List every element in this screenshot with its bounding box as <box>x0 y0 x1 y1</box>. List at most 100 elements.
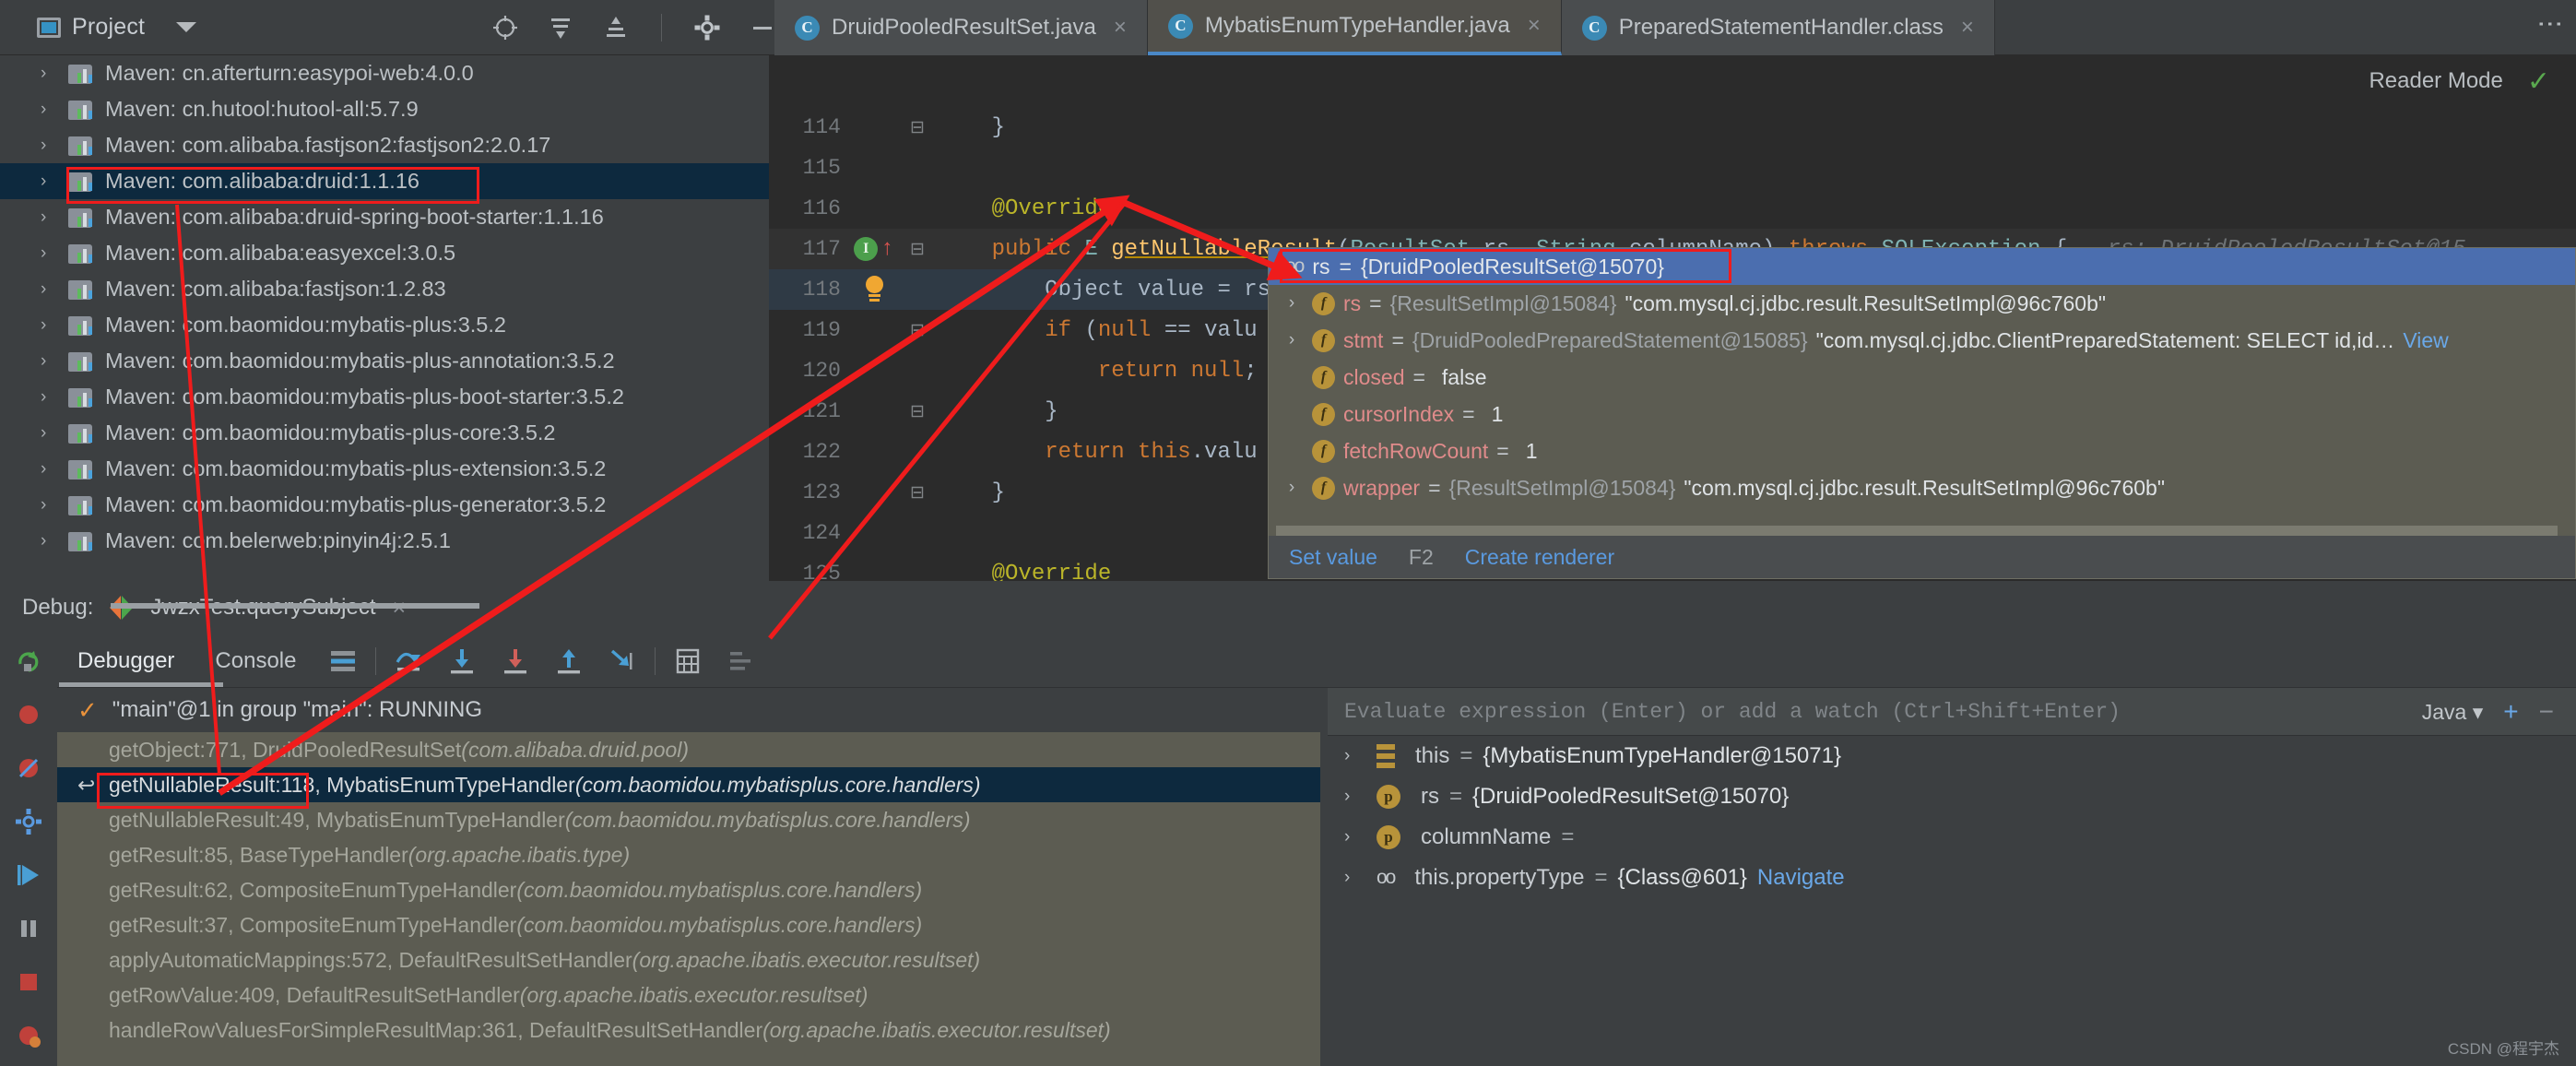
chevron-right-icon[interactable]: › <box>41 423 68 444</box>
tab-debugger[interactable]: Debugger <box>57 634 195 688</box>
variable-row[interactable]: ›oothis.propertyType = {Class@601} Navig… <box>1328 858 2576 898</box>
chevron-right-icon[interactable]: › <box>1344 787 1366 807</box>
collapse-all-icon[interactable] <box>600 12 632 43</box>
resume-program-icon[interactable] <box>0 848 57 902</box>
variable-row[interactable]: ›this = {MybatisEnumTypeHandler@15071} <box>1328 736 2576 776</box>
code-fold-icon[interactable]: ⊟ <box>896 117 939 138</box>
gear-icon[interactable] <box>691 12 723 43</box>
thread-selector[interactable]: ✓ "main"@1 in group "main": RUNNING <box>57 688 1320 732</box>
layout-icon[interactable] <box>325 643 361 680</box>
tree-item-maven-dependency[interactable]: ›Maven: cn.hutool:hutool-all:5.7.9 <box>0 91 859 127</box>
step-out-icon[interactable] <box>550 643 587 680</box>
stack-frame-row[interactable]: getRowValue:409, DefaultResultSetHandler… <box>57 977 1320 1013</box>
code-line[interactable]: 115 <box>769 148 2576 188</box>
set-value-button[interactable]: Set value <box>1289 545 1377 570</box>
project-tool-window-button[interactable]: Project <box>0 0 213 55</box>
code-line[interactable]: 114⊟ } <box>769 107 2576 148</box>
chevron-right-icon[interactable]: › <box>1280 441 1304 461</box>
chevron-right-icon[interactable]: › <box>41 172 68 192</box>
tree-item-maven-dependency[interactable]: ›Maven: com.alibaba:easyexcel:3.0.5 <box>0 235 859 271</box>
chevron-right-icon[interactable]: › <box>1344 746 1366 766</box>
tree-item-maven-dependency[interactable]: ›Maven: com.baomidou:mybatis-plus-annota… <box>0 343 859 379</box>
tab-prepared-statement-handler[interactable]: C PreparedStatementHandler.class × <box>1562 0 1995 55</box>
variables-panel[interactable]: Evaluate expression (Enter) or add a wat… <box>1328 688 2576 1066</box>
tab-druid-pooled-result-set[interactable]: C DruidPooledResultSet.java × <box>774 0 1148 55</box>
code-line[interactable]: 116 @Override <box>769 188 2576 229</box>
language-selector[interactable]: Java ▾ <box>2422 700 2484 725</box>
create-renderer-button[interactable]: Create renderer <box>1465 545 1614 570</box>
evaluate-expression-input[interactable]: Evaluate expression (Enter) or add a wat… <box>1328 688 2576 736</box>
inspector-field-row[interactable]: ›ffetchRowCount = 1 <box>1269 432 2575 469</box>
chevron-right-icon[interactable]: › <box>41 531 68 551</box>
tree-item-maven-dependency[interactable]: ›Maven: com.baomidou:mybatis-plus:3.5.2 <box>0 307 859 343</box>
pause-icon[interactable] <box>0 902 57 955</box>
variable-row[interactable]: ›prs = {DruidPooledResultSet@15070} <box>1328 776 2576 817</box>
step-into-icon[interactable] <box>443 643 480 680</box>
chevron-right-icon[interactable]: › <box>41 243 68 264</box>
variable-row[interactable]: ›pcolumnName = <box>1328 817 2576 858</box>
chevron-right-icon[interactable]: › <box>41 279 68 300</box>
tab-mybatis-enum-type-handler[interactable]: C MybatisEnumTypeHandler.java × <box>1148 0 1562 55</box>
gutter-marker[interactable] <box>852 276 896 303</box>
view-breakpoints-icon[interactable] <box>0 1009 57 1062</box>
chevron-right-icon[interactable]: › <box>1344 827 1366 847</box>
view-link[interactable]: View <box>2403 328 2448 353</box>
gutter-marker[interactable]: I↑ <box>852 237 896 262</box>
variable-inspector-popup[interactable]: oo rs = {DruidPooledResultSet@15070} ›fr… <box>1268 247 2576 579</box>
code-fold-icon[interactable]: ⊟ <box>896 401 939 422</box>
inspector-header-row[interactable]: oo rs = {DruidPooledResultSet@15070} <box>1269 248 2575 285</box>
chevron-right-icon[interactable]: › <box>41 136 68 156</box>
step-over-icon[interactable] <box>390 643 427 680</box>
mute-breakpoints-icon[interactable] <box>723 643 760 680</box>
code-fold-icon[interactable]: ⊟ <box>896 482 939 503</box>
tree-item-maven-dependency[interactable]: ›Maven: com.alibaba.fastjson2:fastjson2:… <box>0 127 859 163</box>
tree-item-maven-dependency[interactable]: ›Maven: com.baomidou:mybatis-plus-boot-s… <box>0 379 859 415</box>
expand-all-icon[interactable] <box>545 12 576 43</box>
code-text[interactable]: } <box>939 115 2576 140</box>
breakpoint-icon[interactable]: I <box>854 237 878 261</box>
chevron-right-icon[interactable]: › <box>1344 868 1366 888</box>
stack-frame-row[interactable]: getObject:771, DruidPooledResultSet (com… <box>57 732 1320 767</box>
tree-item-maven-dependency[interactable]: ›Maven: com.baomidou:mybatis-plus-extens… <box>0 451 859 487</box>
chevron-right-icon[interactable]: › <box>41 100 68 120</box>
code-fold-icon[interactable]: ⊟ <box>896 239 939 260</box>
chevron-right-icon[interactable]: › <box>41 351 68 372</box>
chevron-right-icon[interactable]: › <box>41 459 68 480</box>
chevron-right-icon[interactable]: › <box>1280 478 1304 498</box>
stack-frame-row[interactable]: handleRowValuesForSimpleResultMap:361, D… <box>57 1013 1320 1048</box>
chevron-right-icon[interactable]: › <box>1280 293 1304 314</box>
inspector-horizontal-scrollbar[interactable] <box>1276 526 2558 536</box>
close-icon[interactable]: × <box>1961 15 1974 41</box>
code-text[interactable]: @Override <box>939 196 2576 221</box>
chevron-right-icon[interactable]: › <box>41 207 68 228</box>
project-tree[interactable]: ›Maven: cn.afterturn:easypoi-web:4.0.0›M… <box>0 55 859 581</box>
tree-item-maven-dependency[interactable]: ›Maven: com.baomidou:mybatis-plus-core:3… <box>0 415 859 451</box>
variables-list[interactable]: ›this = {MybatisEnumTypeHandler@15071}›p… <box>1328 736 2576 898</box>
frames-panel[interactable]: ✓ "main"@1 in group "main": RUNNING getO… <box>57 688 1320 1066</box>
chevron-right-icon[interactable]: › <box>1280 330 1304 350</box>
tree-item-maven-dependency[interactable]: ›Maven: cn.afterturn:easypoi-web:4.0.0 <box>0 55 859 91</box>
more-options-icon[interactable]: ⋮ <box>2537 11 2563 37</box>
chevron-right-icon[interactable]: › <box>41 387 68 408</box>
camera-icon[interactable] <box>0 1062 57 1066</box>
stop-icon[interactable] <box>0 955 57 1009</box>
code-fold-icon[interactable]: ⊟ <box>896 320 939 341</box>
evaluate-expression-icon[interactable] <box>669 643 706 680</box>
stack-frame-row[interactable]: getResult:85, BaseTypeHandler (org.apach… <box>57 837 1320 872</box>
inspector-field-row[interactable]: ›fwrapper = {ResultSetImpl@15084}"com.my… <box>1269 469 2575 506</box>
stack-frame-row[interactable]: getResult:62, CompositeEnumTypeHandler (… <box>57 872 1320 907</box>
rerun-icon[interactable] <box>0 634 57 688</box>
inspector-field-row[interactable]: ›fclosed = false <box>1269 359 2575 396</box>
inspector-field-row[interactable]: ›fstmt = {DruidPooledPreparedStatement@1… <box>1269 322 2575 359</box>
stop-record-icon[interactable] <box>0 688 57 741</box>
inspector-rows[interactable]: ›frs = {ResultSetImpl@15084}"com.mysql.c… <box>1269 285 2575 506</box>
intention-bulb-icon[interactable] <box>862 276 886 303</box>
remove-watch-icon[interactable]: − <box>2539 697 2554 727</box>
tree-item-maven-dependency[interactable]: ›Maven: com.baomidou:mybatis-plus-genera… <box>0 487 859 523</box>
chevron-right-icon[interactable]: › <box>1280 367 1304 387</box>
navigate-link[interactable]: Navigate <box>1757 865 1845 891</box>
settings-icon[interactable] <box>0 795 57 848</box>
tab-console[interactable]: Console <box>195 634 316 688</box>
close-icon[interactable]: × <box>1114 15 1127 41</box>
tree-item-maven-dependency[interactable]: ›Maven: com.alibaba:fastjson:1.2.83 <box>0 271 859 307</box>
